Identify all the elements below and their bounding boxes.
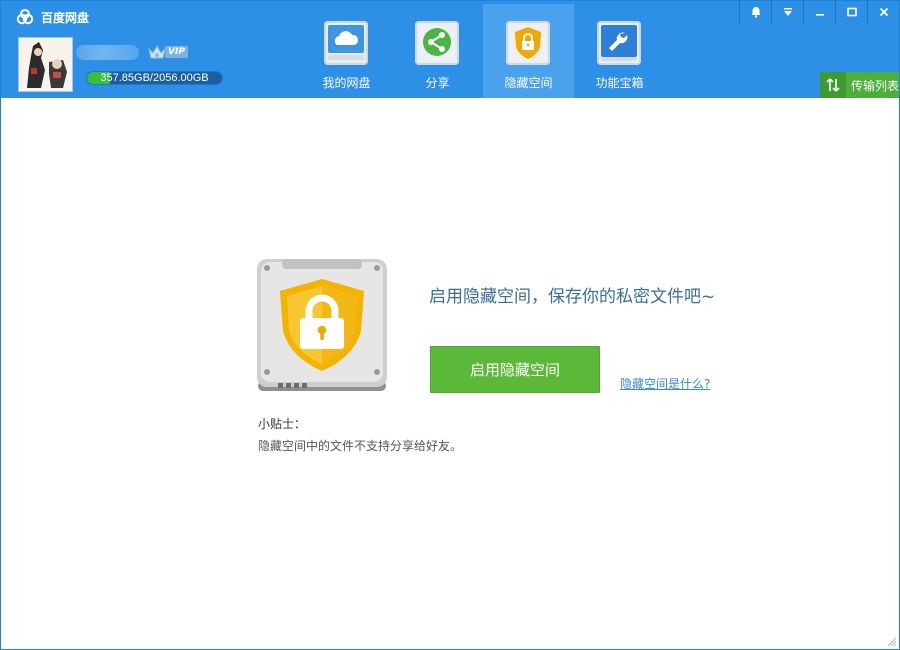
crown-icon — [148, 44, 166, 59]
tab-label: 隐藏空间 — [504, 76, 553, 90]
menu-dropdown-button[interactable] — [771, 1, 803, 23]
hidden-space-safe-icon — [257, 259, 387, 391]
header-bar: 百度网盘 VIP 357.85GB/2056.00GB 我的网盘 分享 隐藏空间… — [1, 1, 899, 98]
resize-grip-icon[interactable] — [887, 637, 897, 647]
cloud-icon — [328, 25, 364, 60]
tab-tile — [506, 21, 550, 65]
dropdown-icon — [783, 8, 792, 16]
hidden-space-panel: 启用隐藏空间，保存你的私密文件吧~ 启用隐藏空间 隐藏空间是什么? 小贴士： 隐… — [1, 98, 899, 649]
username-blurred — [76, 45, 139, 60]
baidu-cloud-logo-icon — [16, 9, 34, 25]
transfer-icon — [820, 72, 846, 98]
tab-toolbox[interactable]: 功能宝箱 — [574, 4, 665, 98]
close-button[interactable] — [867, 1, 899, 23]
tab-share[interactable]: 分享 — [392, 4, 483, 98]
what-is-hidden-space-link[interactable]: 隐藏空间是什么? — [620, 375, 710, 392]
tab-label: 功能宝箱 — [595, 76, 644, 90]
vip-label: VIP — [165, 46, 188, 58]
storage-quota-bar: 357.85GB/2056.00GB — [86, 71, 223, 85]
enable-hidden-space-button[interactable]: 启用隐藏空间 — [430, 346, 600, 393]
share-icon — [419, 25, 455, 61]
lock-shield-icon — [510, 25, 546, 61]
bell-icon — [751, 7, 760, 18]
storage-quota-text: 357.85GB/2056.00GB — [100, 72, 209, 84]
minimize-button[interactable] — [803, 1, 835, 23]
transfer-list-button[interactable]: 传输列表 — [820, 72, 899, 98]
tab-my-netdisk[interactable]: 我的网盘 — [301, 4, 392, 98]
tab-hidden-space[interactable]: 隐藏空间 — [483, 4, 574, 98]
window-controls — [739, 1, 899, 23]
tab-tile — [415, 21, 459, 65]
avatar-image — [19, 38, 72, 91]
main-nav: 我的网盘 分享 隐藏空间 功能宝箱 — [301, 4, 665, 98]
tab-label: 我的网盘 — [322, 76, 371, 90]
tab-tile — [597, 21, 641, 65]
tip-title: 小贴士： — [258, 417, 307, 431]
app-title: 百度网盘 — [15, 8, 89, 26]
notification-button[interactable] — [739, 1, 771, 23]
minimize-icon — [815, 14, 824, 16]
avatar[interactable] — [18, 37, 73, 92]
wrench-icon — [601, 25, 637, 61]
tip-text: 隐藏空间中的文件不支持分享给好友。 — [258, 439, 463, 453]
hidden-space-headline: 启用隐藏空间，保存你的私密文件吧~ — [429, 287, 716, 307]
app-title-text: 百度网盘 — [41, 10, 90, 25]
maximize-button[interactable] — [835, 1, 867, 23]
vip-badge[interactable]: VIP — [147, 43, 188, 61]
close-icon — [879, 7, 888, 17]
app-window: 百度网盘 VIP 357.85GB/2056.00GB 我的网盘 分享 隐藏空间… — [0, 0, 900, 650]
tab-label: 分享 — [425, 76, 450, 90]
transfer-arrows — [826, 78, 840, 92]
transfer-list-label: 传输列表 — [851, 78, 900, 93]
maximize-icon — [846, 7, 857, 17]
tab-tile — [324, 21, 368, 65]
